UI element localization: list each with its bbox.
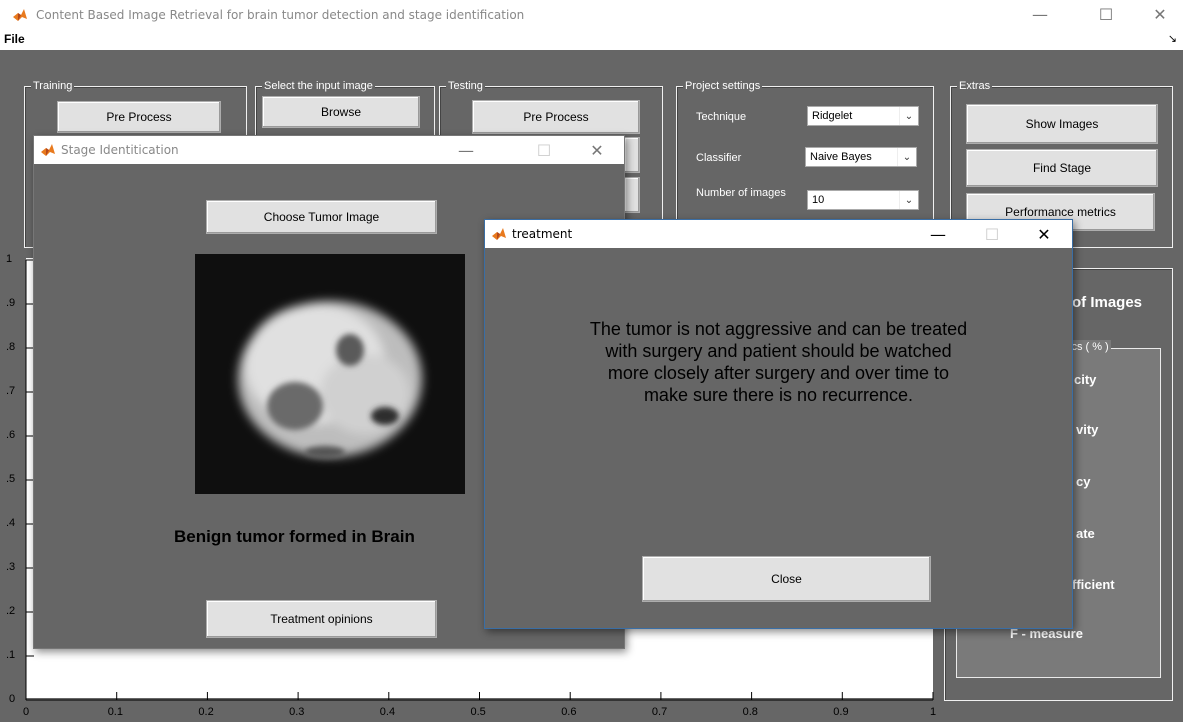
matlab-logo-icon [41,144,55,156]
stage-window-title: Stage Identitication [61,143,179,157]
y-tick-label: .1 [6,649,16,661]
treatment-message-line: with surgery and patient should be watch… [605,341,952,361]
treatment-opinions-button[interactable]: Treatment opinions [206,600,437,638]
matlab-logo-icon [12,7,28,23]
chevron-down-icon: ⌄ [899,107,918,125]
browse-button[interactable]: Browse [262,96,420,128]
menu-file[interactable]: File [4,32,25,46]
treatment-window: treatment — ☐ ✕ The tumor is not aggress… [484,219,1073,629]
treatment-window-titlebar: treatment — ☐ ✕ [485,220,1072,248]
num-images-select[interactable]: 10 ⌄ [807,190,919,210]
classifier-label: Classifier [696,152,742,164]
y-tick-label: .6 [6,429,16,441]
technique-select[interactable]: Ridgelet ⌄ [807,106,919,126]
treatment-message-line: make sure there is no recurrence. [643,385,914,405]
x-tick-label: 1 [930,706,937,718]
testing-group-label: Testing [446,79,485,93]
main-titlebar: Content Based Image Retrieval for brain … [0,0,1183,30]
y-tick-label: 0 [9,693,16,705]
y-tick-label: 1 [6,253,13,265]
metric-coefficient: fficient [1072,577,1115,592]
y-tick-label: .5 [6,473,16,485]
maximize-button[interactable]: ☐ [1084,0,1128,28]
test-preprocess-button[interactable]: Pre Process [472,100,640,134]
x-tick-label: 0.2 [198,706,214,718]
x-tick-label: 0.4 [379,706,396,718]
select-input-group-label: Select the input image [262,79,375,93]
metric-accuracy: cy [1076,474,1091,489]
x-tick-label: 0.1 [107,706,123,718]
y-tick-label: .8 [6,341,16,353]
toolbar-toggle-icon[interactable]: ↘ [1168,32,1177,45]
chevron-down-icon: ⌄ [897,148,916,166]
classifier-value: Naive Bayes [810,151,872,163]
treatment-message-line: more closely after surgery and over time… [607,363,950,383]
treatment-message: The tumor is not aggressive and can be t… [505,318,1052,406]
test-button-3[interactable] [624,177,640,213]
treatment-maximize-button[interactable]: ☐ [970,220,1014,248]
num-images-label: Number of images [696,187,786,199]
x-tick-label: 0.3 [289,706,305,718]
show-images-button[interactable]: Show Images [966,104,1158,144]
treatment-message-line: The tumor is not aggressive and can be t… [589,319,968,339]
extras-group-label: Extras [957,79,993,93]
project-settings-label: Project settings [683,79,763,93]
stage-window-titlebar: Stage Identitication — ☐ ✕ [34,136,624,164]
find-stage-button[interactable]: Find Stage [966,149,1158,187]
metrics-panel-label: ics ( % ) [1067,340,1111,354]
close-dialog-button[interactable]: Close [642,556,931,602]
x-tick-label: 0.9 [833,706,849,718]
stage-maximize-button[interactable]: ☐ [522,136,566,164]
x-tick-label: 0.7 [651,706,668,718]
metric-specificity: vity [1076,422,1099,437]
x-tick-label: 0.5 [470,706,486,718]
analysis-of-images: of Images [1072,294,1143,311]
y-tick-label: .3 [6,561,16,573]
window-title: Content Based Image Retrieval for brain … [36,8,525,22]
chevron-down-icon: ⌄ [899,191,918,209]
close-button[interactable]: ✕ [1138,0,1182,28]
matlab-logo-icon [492,228,506,240]
x-tick-label: 0.6 [561,706,577,718]
y-tick-label: .9 [6,297,16,309]
metric-sensitivity: city [1074,372,1097,387]
stage-close-button[interactable]: ✕ [575,136,619,164]
metric-error-rate: ate [1076,526,1095,541]
test-button-2[interactable] [624,137,640,173]
minimize-button[interactable]: — [1018,0,1062,28]
brain-scan-image [195,254,465,494]
technique-value: Ridgelet [812,110,853,122]
choose-tumor-image-button[interactable]: Choose Tumor Image [206,200,437,234]
x-tick-label: 0 [23,706,30,718]
num-images-value: 10 [812,194,825,206]
tumor-result-label: Benign tumor formed in Brain [174,527,415,546]
menubar: File ↘ [0,30,1183,50]
train-preprocess-button[interactable]: Pre Process [57,101,221,133]
treatment-window-title: treatment [512,227,573,241]
training-group-label: Training [31,79,75,93]
technique-label: Technique [696,111,747,123]
treatment-close-button[interactable]: ✕ [1022,220,1066,248]
classifier-select[interactable]: Naive Bayes ⌄ [805,147,917,167]
stage-minimize-button[interactable]: — [444,136,488,164]
y-tick-label: .4 [6,517,16,529]
y-tick-label: .2 [6,605,16,617]
x-tick-label: 0.8 [742,706,758,718]
y-tick-label: .7 [6,385,16,397]
treatment-minimize-button[interactable]: — [916,220,960,248]
